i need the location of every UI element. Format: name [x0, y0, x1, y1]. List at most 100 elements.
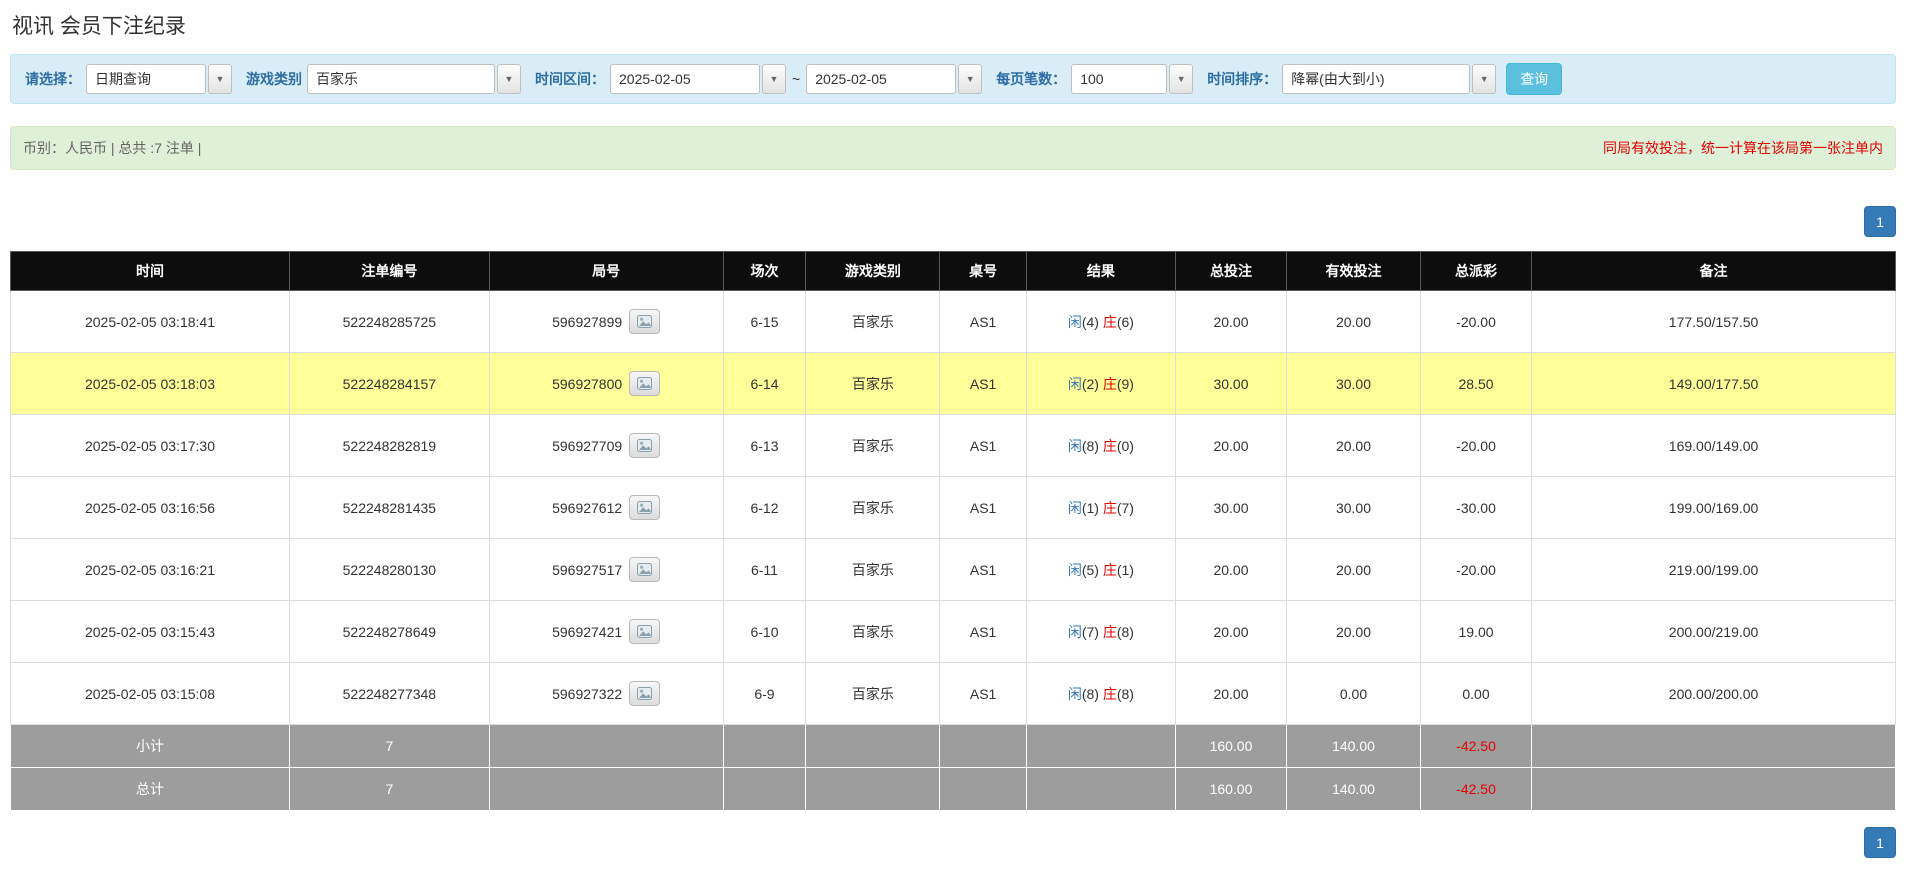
result-player-score: (2) [1082, 376, 1099, 392]
total-bet-cell[interactable]: 30.00 [1175, 477, 1286, 539]
time-cell: 2025-02-05 03:18:41 [11, 291, 290, 353]
round-cell: 596927612 [489, 477, 723, 539]
footer-label-cell: 总计 [11, 768, 290, 811]
time-sort-label: 时间排序： [1207, 69, 1277, 89]
time-cell: 2025-02-05 03:15:08 [11, 663, 290, 725]
round-media-button[interactable] [629, 371, 660, 396]
photo-icon [637, 563, 652, 576]
round-media-button[interactable] [629, 433, 660, 458]
remark-cell: 177.50/157.50 [1532, 291, 1896, 353]
game-type-dropdown-button[interactable]: ▼ [497, 64, 521, 94]
table-no-cell: AS1 [940, 291, 1027, 353]
round-media-button[interactable] [629, 557, 660, 582]
table-row: 2025-02-05 03:18:41522248285725596927899… [11, 291, 1896, 353]
col-header-session: 场次 [723, 252, 806, 291]
footer-empty-cell [489, 725, 723, 768]
time-cell: 2025-02-05 03:16:56 [11, 477, 290, 539]
date-query-dropdown-button[interactable]: ▼ [208, 64, 232, 94]
time-sort-input[interactable] [1282, 64, 1470, 94]
page-size-input[interactable] [1071, 64, 1167, 94]
filter-bar: 请选择： ▼ 游戏类别 ▼ 时间区间： ▼ ~ ▼ 每页笔数： ▼ 时间排序： … [10, 54, 1896, 104]
col-header-remark: 备注 [1532, 252, 1896, 291]
col-header-valid-bet: 有效投注 [1287, 252, 1421, 291]
bet-id-cell: 522248282819 [289, 415, 489, 477]
total-bet-cell[interactable]: 20.00 [1175, 601, 1286, 663]
result-banker-score: (8) [1117, 624, 1134, 640]
round-media-button[interactable] [629, 495, 660, 520]
result-banker: 庄 [1103, 686, 1117, 702]
payout-cell: -20.00 [1420, 539, 1531, 601]
total-bet-cell[interactable]: 20.00 [1175, 539, 1286, 601]
photo-icon [637, 625, 652, 638]
bet-id-cell: 522248284157 [289, 353, 489, 415]
time-cell: 2025-02-05 03:16:21 [11, 539, 290, 601]
valid-bet-cell: 20.00 [1287, 539, 1421, 601]
time-sort-combobox: ▼ [1282, 64, 1496, 94]
pagination-top: 1 [10, 206, 1896, 237]
remark-cell: 169.00/149.00 [1532, 415, 1896, 477]
valid-bet-cell: 20.00 [1287, 415, 1421, 477]
total-bet-cell[interactable]: 20.00 [1175, 291, 1286, 353]
date-to-input[interactable] [806, 64, 956, 94]
total-row: 总计7160.00140.00-42.50 [11, 768, 1896, 811]
total-bet-cell[interactable]: 20.00 [1175, 663, 1286, 725]
result-banker-score: (6) [1117, 314, 1134, 330]
table-no-cell: AS1 [940, 353, 1027, 415]
result-player: 闲 [1068, 376, 1082, 392]
result-banker: 庄 [1103, 624, 1117, 640]
page-1-button[interactable]: 1 [1864, 206, 1896, 237]
footer-empty-cell [806, 768, 940, 811]
result-player: 闲 [1068, 624, 1082, 640]
footer-empty-cell [940, 768, 1027, 811]
col-header-time: 时间 [11, 252, 290, 291]
records-table: 时间 注单编号 局号 场次 游戏类别 桌号 结果 总投注 有效投注 总派彩 备注… [10, 251, 1896, 811]
currency-total-info: 币别：人民币 | 总共 :7 注单 | [23, 138, 201, 158]
footer-payout-cell: -42.50 [1420, 725, 1531, 768]
session-cell: 6-15 [723, 291, 806, 353]
time-sort-dropdown-button[interactable]: ▼ [1472, 64, 1496, 94]
result-player-score: (5) [1082, 562, 1099, 578]
footer-total-bet-cell: 160.00 [1175, 768, 1286, 811]
range-separator: ~ [792, 71, 800, 87]
photo-icon [637, 315, 652, 328]
table-row: 2025-02-05 03:15:08522248277348596927322… [11, 663, 1896, 725]
result-banker: 庄 [1103, 376, 1117, 392]
page-size-dropdown-button[interactable]: ▼ [1169, 64, 1193, 94]
date-query-input[interactable] [86, 64, 206, 94]
game-type-input[interactable] [307, 64, 495, 94]
payout-cell: 19.00 [1420, 601, 1531, 663]
valid-bet-cell: 30.00 [1287, 353, 1421, 415]
date-from-combobox: ▼ [610, 64, 786, 94]
result-player: 闲 [1068, 686, 1082, 702]
col-header-round: 局号 [489, 252, 723, 291]
result-banker-score: (0) [1117, 438, 1134, 454]
subtotal-row: 小计7160.00140.00-42.50 [11, 725, 1896, 768]
total-bet-cell[interactable]: 30.00 [1175, 353, 1286, 415]
round-media-button[interactable] [629, 619, 660, 644]
table-row: 2025-02-05 03:16:21522248280130596927517… [11, 539, 1896, 601]
round-media-button[interactable] [629, 309, 660, 334]
round-media-button[interactable] [629, 681, 660, 706]
round-number: 596927322 [552, 686, 622, 702]
date-from-input[interactable] [610, 64, 760, 94]
result-banker-score: (9) [1117, 376, 1134, 392]
col-header-result: 结果 [1026, 252, 1175, 291]
page-1-button[interactable]: 1 [1864, 827, 1896, 858]
search-button[interactable]: 查询 [1506, 63, 1562, 95]
footer-label-cell: 小计 [11, 725, 290, 768]
round-cell: 596927421 [489, 601, 723, 663]
date-to-dropdown-button[interactable]: ▼ [958, 64, 982, 94]
payout-cell: 28.50 [1420, 353, 1531, 415]
date-from-dropdown-button[interactable]: ▼ [762, 64, 786, 94]
bet-id-cell: 522248280130 [289, 539, 489, 601]
total-bet-cell[interactable]: 20.00 [1175, 415, 1286, 477]
session-cell: 6-11 [723, 539, 806, 601]
result-banker-score: (7) [1117, 500, 1134, 516]
round-cell: 596927517 [489, 539, 723, 601]
col-header-table-no: 桌号 [940, 252, 1027, 291]
table-no-cell: AS1 [940, 477, 1027, 539]
time-range-label: 时间区间： [535, 69, 605, 89]
chevron-down-icon: ▼ [1480, 75, 1489, 84]
game-type-cell: 百家乐 [806, 601, 940, 663]
table-row: 2025-02-05 03:16:56522248281435596927612… [11, 477, 1896, 539]
